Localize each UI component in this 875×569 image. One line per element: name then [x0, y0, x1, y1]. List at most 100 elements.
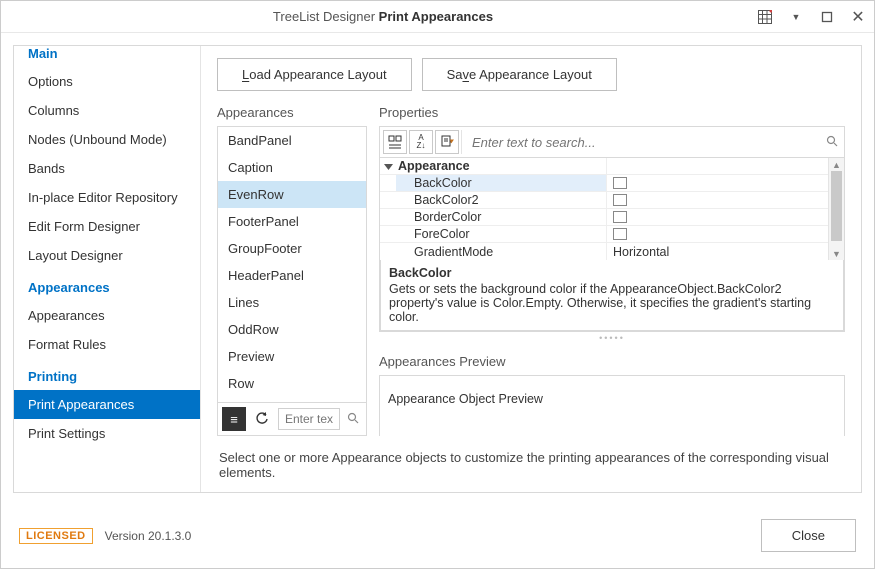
- property-value[interactable]: Horizontal: [606, 243, 828, 260]
- sidebar-item[interactable]: Appearances: [14, 301, 200, 330]
- appearances-toolbar: ≡: [217, 403, 367, 436]
- load-label: oad Appearance Layout: [249, 67, 386, 82]
- appearances-heading: Appearances: [217, 105, 367, 120]
- chevron-down-icon[interactable]: ▼: [788, 9, 804, 25]
- appearance-item[interactable]: EvenRow: [218, 181, 366, 208]
- properties-search-input[interactable]: [470, 131, 823, 154]
- property-row[interactable]: ForeColor: [380, 226, 828, 243]
- preview-content: Appearance Object Preview: [388, 392, 543, 406]
- property-row[interactable]: BackColor2: [380, 192, 828, 209]
- hint-text: Select one or more Appearance objects to…: [217, 436, 845, 484]
- titlebar: TreeList Designer Print Appearances ▼ ✕: [1, 1, 874, 33]
- body: MainOptionsColumnsNodes (Unbound Mode)Ba…: [1, 33, 874, 505]
- property-value[interactable]: [606, 209, 828, 225]
- color-swatch[interactable]: [613, 228, 627, 240]
- alphabetical-icon[interactable]: AZ↓: [409, 130, 433, 154]
- color-swatch[interactable]: [613, 211, 627, 223]
- designer-window: TreeList Designer Print Appearances ▼ ✕ …: [0, 0, 875, 569]
- sidebar-item[interactable]: Layout Designer: [14, 241, 200, 270]
- appearance-item[interactable]: Lines: [218, 289, 366, 316]
- splitter-gripper[interactable]: •••••: [379, 332, 845, 344]
- vertical-scrollbar[interactable]: ▲ ▼: [828, 158, 844, 260]
- appearance-item[interactable]: FooterPanel: [218, 208, 366, 235]
- save-label: e Appearance Layout: [469, 67, 592, 82]
- property-grid: Appearance BackColorBackColor2BorderColo…: [379, 158, 845, 332]
- categorized-icon[interactable]: [383, 130, 407, 154]
- property-name: BorderColor: [396, 209, 606, 225]
- close-button[interactable]: Close: [761, 519, 856, 552]
- sidebar-item[interactable]: Bands: [14, 154, 200, 183]
- footer: LICENSED Version 20.1.3.0 Close: [1, 505, 874, 568]
- properties-toolbar: AZ↓: [379, 126, 845, 158]
- sidebar-item[interactable]: Print Appearances: [14, 390, 200, 419]
- version-label: Version 20.1.3.0: [105, 529, 192, 543]
- property-name: BackColor: [396, 175, 606, 191]
- button-row: Load Appearance Layout Save Appearance L…: [217, 58, 845, 91]
- list-view-icon[interactable]: ≡: [222, 407, 246, 431]
- description-title: BackColor: [389, 266, 835, 280]
- appearance-item[interactable]: Preview: [218, 343, 366, 370]
- sidebar-item[interactable]: Format Rules: [14, 330, 200, 359]
- description-text: Gets or sets the background color if the…: [389, 282, 835, 324]
- search-icon[interactable]: [344, 412, 362, 427]
- sidebar-item[interactable]: Print Settings: [14, 419, 200, 448]
- appearance-item[interactable]: Caption: [218, 154, 366, 181]
- property-name: ForeColor: [396, 226, 606, 242]
- sidebar-item[interactable]: In-place Editor Repository: [14, 183, 200, 212]
- sidebar-heading: Appearances: [14, 270, 200, 301]
- content: Load Appearance Layout Save Appearance L…: [201, 46, 861, 492]
- category-label: Appearance: [396, 158, 606, 174]
- sidebar-item[interactable]: Options: [14, 67, 200, 96]
- property-name: BackColor2: [396, 192, 606, 208]
- appearance-item[interactable]: BandPanel: [218, 127, 366, 154]
- color-swatch[interactable]: [613, 194, 627, 206]
- sidebar: MainOptionsColumnsNodes (Unbound Mode)Ba…: [14, 46, 201, 492]
- property-value[interactable]: [606, 192, 828, 208]
- refresh-icon[interactable]: [250, 407, 274, 431]
- property-category-row[interactable]: Appearance: [380, 158, 828, 175]
- appearance-item[interactable]: OddRow: [218, 316, 366, 343]
- scroll-down-icon[interactable]: ▼: [829, 247, 844, 260]
- property-value[interactable]: [606, 175, 828, 191]
- property-row[interactable]: BorderColor: [380, 209, 828, 226]
- properties-column: Properties AZ↓: [379, 105, 845, 436]
- property-value[interactable]: [606, 226, 828, 242]
- save-appearance-button[interactable]: Save Appearance Layout: [422, 58, 617, 91]
- license-badge: LICENSED: [19, 528, 93, 544]
- appearance-item[interactable]: GroupFooter: [218, 235, 366, 262]
- search-icon[interactable]: [823, 135, 841, 150]
- close-icon[interactable]: ✕: [850, 9, 866, 25]
- expand-toggle-icon[interactable]: [380, 158, 396, 174]
- scroll-up-icon[interactable]: ▲: [829, 158, 844, 171]
- appearances-column: Appearances BandPanelCaptionEvenRowFoote…: [217, 105, 367, 436]
- load-appearance-button[interactable]: Load Appearance Layout: [217, 58, 412, 91]
- preview-heading: Appearances Preview: [379, 354, 845, 369]
- sidebar-item[interactable]: Edit Form Designer: [14, 212, 200, 241]
- property-grid-body: Appearance BackColorBackColor2BorderColo…: [380, 158, 828, 260]
- appearance-item[interactable]: Row: [218, 370, 366, 397]
- sidebar-item[interactable]: Nodes (Unbound Mode): [14, 125, 200, 154]
- appearances-list[interactable]: BandPanelCaptionEvenRowFooterPanelGroupF…: [217, 126, 367, 403]
- properties-search-wrap: [461, 130, 841, 154]
- property-row[interactable]: GradientModeHorizontal: [380, 243, 828, 260]
- property-row[interactable]: BackColor: [380, 175, 828, 192]
- property-name: GradientMode: [396, 243, 606, 260]
- properties-heading: Properties: [379, 105, 845, 120]
- maximize-icon[interactable]: [819, 9, 835, 25]
- sidebar-heading: Main: [14, 46, 200, 67]
- preview-box: Appearance Object Preview: [379, 375, 845, 445]
- scroll-thumb[interactable]: [831, 171, 842, 241]
- columns: Appearances BandPanelCaptionEvenRowFoote…: [217, 105, 845, 436]
- property-pages-icon[interactable]: [435, 130, 459, 154]
- color-swatch[interactable]: [613, 177, 627, 189]
- title-controls: ▼ ✕: [757, 9, 866, 25]
- sidebar-heading: Printing: [14, 359, 200, 390]
- outer-panel: MainOptionsColumnsNodes (Unbound Mode)Ba…: [13, 45, 862, 493]
- sidebar-item[interactable]: Columns: [14, 96, 200, 125]
- layout-grid-icon[interactable]: [757, 9, 773, 25]
- title-section: Print Appearances: [379, 9, 493, 24]
- appearance-item[interactable]: HeaderPanel: [218, 262, 366, 289]
- title-prefix: TreeList Designer: [273, 9, 375, 24]
- appearances-search-input[interactable]: [278, 408, 340, 430]
- window-title: TreeList Designer Print Appearances: [9, 9, 757, 24]
